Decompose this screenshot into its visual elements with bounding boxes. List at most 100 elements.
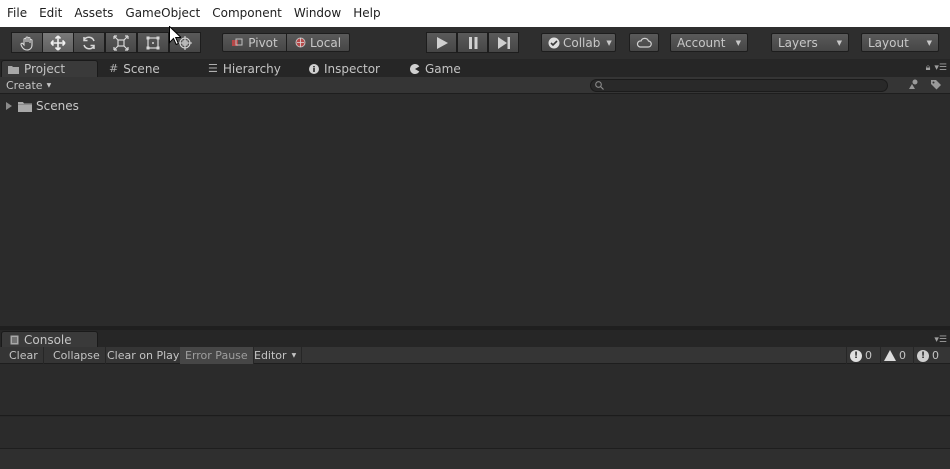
chevron-down-icon: ▼ bbox=[735, 38, 741, 47]
menu-component[interactable]: Component bbox=[206, 0, 288, 27]
menu-edit[interactable]: Edit bbox=[33, 0, 68, 27]
menu-bar: File Edit Assets GameObject Component Wi… bbox=[0, 0, 950, 27]
tree-item-scenes[interactable]: Scenes bbox=[6, 99, 79, 113]
move-icon bbox=[50, 34, 66, 51]
folder-icon bbox=[18, 101, 32, 112]
account-dropdown[interactable]: Account ▼ bbox=[670, 33, 748, 52]
tree-item-label: Scenes bbox=[36, 99, 79, 113]
cloud-icon bbox=[636, 37, 652, 48]
move-tool-button[interactable] bbox=[42, 32, 74, 53]
create-label: Create bbox=[6, 79, 43, 92]
tab-console-label: Console bbox=[24, 332, 72, 347]
error-count: 0 bbox=[865, 349, 872, 362]
collapse-button[interactable]: Collapse bbox=[48, 347, 106, 364]
project-panel: Scenes bbox=[0, 94, 950, 326]
context-menu-icon[interactable]: ▾☰ bbox=[934, 335, 947, 345]
console-log-list[interactable] bbox=[0, 364, 950, 416]
menu-assets[interactable]: Assets bbox=[68, 0, 119, 27]
console-icon bbox=[10, 335, 19, 344]
warning-icon bbox=[884, 350, 896, 361]
menu-file[interactable]: File bbox=[1, 0, 33, 27]
menu-window[interactable]: Window bbox=[288, 0, 347, 27]
layout-label: Layout bbox=[868, 35, 909, 50]
chevron-down-icon: ▼ bbox=[606, 38, 612, 47]
list-icon: ☰ bbox=[208, 62, 218, 75]
clear-on-play-button[interactable]: Clear on Play bbox=[102, 347, 186, 364]
menu-help[interactable]: Help bbox=[347, 0, 386, 27]
pivot-button[interactable]: Pivot bbox=[222, 33, 287, 52]
pivot-label: Pivot bbox=[248, 35, 278, 50]
play-button[interactable] bbox=[426, 32, 457, 53]
collab-dropdown[interactable]: Collab ▼ bbox=[541, 33, 616, 52]
cloud-button[interactable] bbox=[629, 33, 659, 52]
step-button[interactable] bbox=[488, 32, 519, 53]
tab-options: 🔒︎ ▾☰ bbox=[926, 63, 947, 73]
chevron-down-icon: ▼ bbox=[926, 38, 932, 47]
search-icon bbox=[595, 81, 604, 90]
layers-dropdown[interactable]: Layers ▼ bbox=[771, 33, 849, 52]
chevron-down-icon: ▼ bbox=[291, 352, 297, 359]
error-count-toggle[interactable]: ! 0 bbox=[846, 347, 875, 364]
rect-tool-button[interactable] bbox=[137, 32, 169, 53]
tab-hierarchy[interactable]: ☰ Hierarchy bbox=[208, 60, 281, 77]
tab-inspector-label: Inspector bbox=[324, 61, 380, 76]
local-label: Local bbox=[309, 35, 342, 50]
label-tag-icon[interactable] bbox=[930, 79, 942, 90]
tab-project-label: Project bbox=[24, 62, 66, 76]
pause-icon bbox=[468, 36, 477, 49]
account-label: Account bbox=[677, 35, 726, 50]
hand-tool-button[interactable] bbox=[11, 32, 43, 53]
expand-arrow-icon[interactable] bbox=[6, 102, 12, 110]
editor-label: Editor bbox=[254, 349, 287, 362]
menu-gameobject[interactable]: GameObject bbox=[119, 0, 206, 27]
rect-tool-icon bbox=[146, 36, 160, 49]
window-tab-bar: Project # Scene ☰ Hierarchy Inspector Ga… bbox=[0, 59, 950, 77]
rotate-tool-button[interactable] bbox=[73, 32, 105, 53]
info-message-icon: ! bbox=[917, 349, 929, 362]
tab-inspector[interactable]: Inspector bbox=[309, 60, 380, 77]
tab-game[interactable]: Game bbox=[410, 60, 461, 77]
chevron-down-icon: ▼ bbox=[46, 82, 52, 89]
console-tab-options: ▾☰ bbox=[934, 335, 947, 345]
message-count-toggle[interactable]: ! 0 bbox=[913, 347, 942, 364]
local-button[interactable]: Local bbox=[286, 33, 350, 52]
lock-icon[interactable]: 🔒︎ bbox=[926, 63, 931, 73]
tab-scene[interactable]: # Scene bbox=[109, 60, 160, 77]
search-input[interactable] bbox=[608, 80, 878, 91]
console-toolbar: Clear Collapse Clear on Play Error Pause… bbox=[0, 347, 950, 364]
editor-dropdown[interactable]: Editor ▼ bbox=[249, 347, 303, 364]
hand-icon bbox=[20, 35, 33, 51]
context-menu-icon[interactable]: ▾☰ bbox=[934, 63, 947, 73]
local-icon bbox=[295, 37, 306, 48]
filter-by-type-icon[interactable] bbox=[908, 79, 920, 90]
error-icon: ! bbox=[850, 349, 862, 362]
folder-icon bbox=[8, 65, 19, 74]
console-tab-bar: Console ▾☰ bbox=[0, 330, 950, 347]
clear-button[interactable]: Clear bbox=[4, 347, 44, 364]
pacman-icon bbox=[410, 63, 420, 74]
rotate-icon bbox=[83, 35, 95, 50]
tab-hierarchy-label: Hierarchy bbox=[222, 61, 281, 76]
warning-count-toggle[interactable]: 0 bbox=[880, 347, 909, 364]
project-search bbox=[590, 79, 888, 92]
status-bar bbox=[0, 448, 950, 469]
scale-icon bbox=[113, 34, 129, 51]
step-icon bbox=[497, 36, 510, 49]
grid-icon: # bbox=[109, 62, 119, 75]
tab-project[interactable]: Project bbox=[1, 60, 98, 77]
collab-label: Collab bbox=[563, 35, 601, 50]
console-detail-area[interactable] bbox=[0, 417, 950, 448]
create-dropdown[interactable]: Create ▼ bbox=[6, 78, 51, 93]
layout-dropdown[interactable]: Layout ▼ bbox=[861, 33, 939, 52]
info-icon bbox=[309, 63, 319, 74]
project-toolbar: Create ▼ bbox=[0, 77, 950, 94]
tab-console[interactable]: Console bbox=[1, 331, 98, 347]
play-icon bbox=[436, 36, 448, 49]
layers-label: Layers bbox=[778, 35, 818, 50]
scale-tool-button[interactable] bbox=[105, 32, 137, 53]
chevron-down-icon: ▼ bbox=[836, 38, 842, 47]
pause-button[interactable] bbox=[457, 32, 488, 53]
error-pause-button[interactable]: Error Pause bbox=[180, 347, 254, 364]
tab-scene-label: Scene bbox=[123, 61, 160, 76]
warning-count: 0 bbox=[899, 349, 906, 362]
